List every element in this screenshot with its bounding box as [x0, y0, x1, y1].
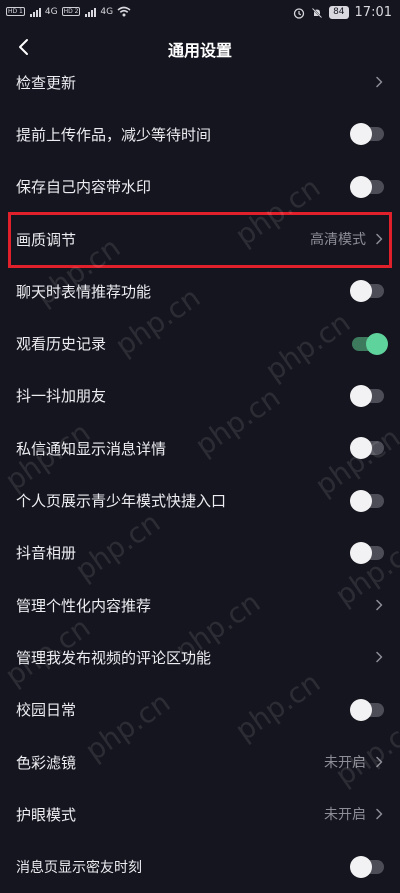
toggle-switch[interactable]	[350, 698, 384, 721]
toggle-switch[interactable]	[352, 332, 388, 355]
chevron-right-icon	[374, 650, 384, 664]
settings-row[interactable]: 检查更新	[0, 56, 400, 108]
settings-row[interactable]: 聊天时表情推荐功能	[0, 265, 400, 317]
chevron-right-icon	[374, 598, 384, 612]
settings-row-label: 护眼模式	[16, 805, 77, 824]
settings-row[interactable]: 护眼模式 未开启	[0, 788, 400, 840]
toggle-knob	[350, 384, 372, 407]
settings-row[interactable]: 管理我发布视频的评论区功能	[0, 631, 400, 683]
chevron-right-icon	[374, 755, 384, 769]
wifi-icon	[117, 6, 131, 17]
toggle-knob	[350, 698, 372, 721]
network2-label: 4G	[100, 6, 114, 17]
settings-row[interactable]: 抖音相册	[0, 527, 400, 579]
settings-row-label: 观看历史记录	[16, 335, 107, 354]
settings-row[interactable]: 观看历史记录	[0, 317, 400, 369]
settings-row-label: 校园日常	[16, 701, 77, 720]
sim2-badge: HD 2	[61, 7, 81, 16]
highlight-frame	[8, 212, 392, 268]
toggle-knob	[350, 489, 372, 512]
toggle-knob	[350, 123, 372, 146]
settings-row-label: 提前上传作品，减少等待时间	[16, 125, 212, 144]
toggle-switch[interactable]	[350, 175, 384, 198]
settings-row[interactable]: 私信通知显示消息详情	[0, 422, 400, 474]
toggle-switch[interactable]	[350, 541, 384, 564]
toggle-knob	[350, 175, 372, 198]
settings-row[interactable]: 校园日常	[0, 684, 400, 736]
settings-row[interactable]: 抖一抖加朋友	[0, 370, 400, 422]
toggle-knob	[350, 280, 372, 303]
toggle-switch[interactable]	[350, 384, 384, 407]
network-label: 4G	[44, 6, 58, 17]
status-right: 84 17:01	[293, 5, 392, 20]
settings-row[interactable]: 保存自己内容带水印	[0, 161, 400, 213]
status-bar: HD 1 4G HD 2 4G 84 17:01	[0, 0, 400, 30]
settings-row[interactable]: 消息页显示密友时刻	[0, 840, 400, 892]
settings-row-label: 抖一抖加朋友	[16, 387, 107, 406]
toggle-knob	[350, 437, 372, 460]
toggle-switch[interactable]	[350, 280, 384, 303]
settings-row-label: 保存自己内容带水印	[16, 178, 152, 197]
chevron-right-icon	[374, 75, 384, 89]
settings-row-label: 色彩滤镜	[16, 753, 77, 772]
status-time: 17:01	[354, 5, 392, 20]
settings-row-label: 私信通知显示消息详情	[16, 439, 167, 458]
toggle-switch[interactable]	[350, 123, 384, 146]
settings-list: 检查更新 提前上传作品，减少等待时间 保存自己内容带水印 画质调节 高清模式 聊天时表情推…	[0, 56, 400, 893]
status-left: HD 1 4G HD 2 4G	[6, 6, 131, 17]
toggle-switch[interactable]	[350, 855, 384, 878]
alarm-icon	[293, 7, 305, 19]
toggle-switch[interactable]	[350, 489, 384, 512]
signal-icon	[29, 7, 41, 17]
settings-row-label: 消息页显示密友时刻	[16, 859, 142, 876]
settings-row[interactable]: 个人页展示青少年模式快捷入口	[0, 474, 400, 526]
toggle-knob	[350, 855, 372, 878]
settings-row-label: 抖音相册	[16, 544, 77, 563]
mute-bell-icon	[312, 7, 323, 18]
settings-row[interactable]: 提前上传作品，减少等待时间	[0, 108, 400, 160]
chevron-right-icon	[374, 807, 384, 821]
settings-row-label: 管理我发布视频的评论区功能	[16, 648, 212, 667]
settings-row-label: 聊天时表情推荐功能	[16, 282, 152, 301]
settings-row-label: 管理个性化内容推荐	[16, 596, 152, 615]
settings-row-value: 未开启	[324, 755, 366, 771]
sim1-badge: HD 1	[6, 7, 25, 16]
toggle-knob	[366, 332, 388, 355]
toggle-switch[interactable]	[350, 437, 384, 460]
settings-row-label: 个人页展示青少年模式快捷入口	[16, 492, 227, 511]
settings-row[interactable]: 色彩滤镜 未开启	[0, 736, 400, 788]
settings-row-value: 未开启	[324, 807, 366, 824]
signal2-icon	[85, 7, 97, 17]
toggle-knob	[350, 541, 372, 564]
settings-row[interactable]: 管理个性化内容推荐	[0, 579, 400, 631]
settings-row-label: 检查更新	[16, 73, 77, 92]
battery-indicator: 84	[329, 6, 349, 19]
